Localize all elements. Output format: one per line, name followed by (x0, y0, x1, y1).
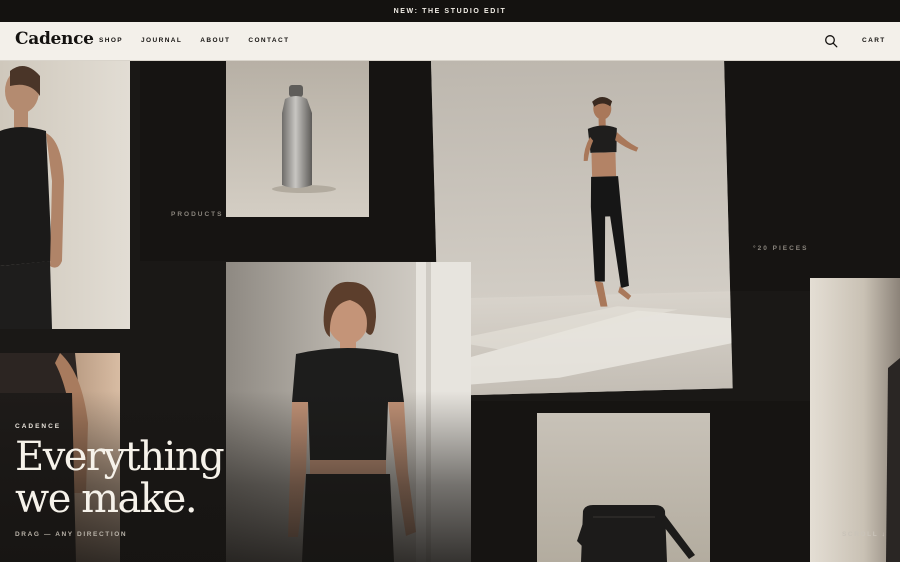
search-icon[interactable] (824, 34, 838, 48)
cart-link[interactable]: CART (862, 37, 886, 44)
hero-title-line-1: Everything (15, 434, 225, 480)
product-image-water-bottle[interactable] (226, 61, 369, 217)
scroll-hint[interactable]: SCROLL ↓ (842, 531, 886, 538)
announcement-bar: NEW: THE STUDIO EDIT (0, 0, 900, 22)
logo[interactable]: Cadence (15, 29, 94, 49)
hero-title: Everything we make. (15, 436, 295, 520)
nav-link-about[interactable]: ABOUT (200, 37, 230, 44)
product-image-right-tile[interactable] (810, 278, 900, 562)
hero-eyebrow: CADENCE (15, 423, 62, 430)
gallery-panel (700, 61, 900, 291)
pieces-caption: °20 PIECES (753, 245, 809, 252)
products-caption: PRODUCTS (171, 211, 224, 218)
drag-hint: DRAG — ANY DIRECTION (15, 531, 128, 538)
nav-link-contact[interactable]: CONTACT (248, 37, 289, 44)
hero-title-line-2: we make. (15, 476, 198, 522)
product-image-sling-bag[interactable] (537, 413, 710, 562)
nav-link-shop[interactable]: SHOP (99, 37, 123, 44)
nav-link-journal[interactable]: JOURNAL (141, 37, 182, 44)
product-image-studio-dancer[interactable] (431, 61, 733, 396)
announcement-text: NEW: THE STUDIO EDIT (393, 7, 507, 15)
main-nav: SHOP JOURNAL ABOUT CONTACT (99, 37, 307, 44)
product-image-tank-top[interactable] (0, 61, 130, 329)
site-header: Cadence SHOP JOURNAL ABOUT CONTACT CART (0, 22, 900, 61)
